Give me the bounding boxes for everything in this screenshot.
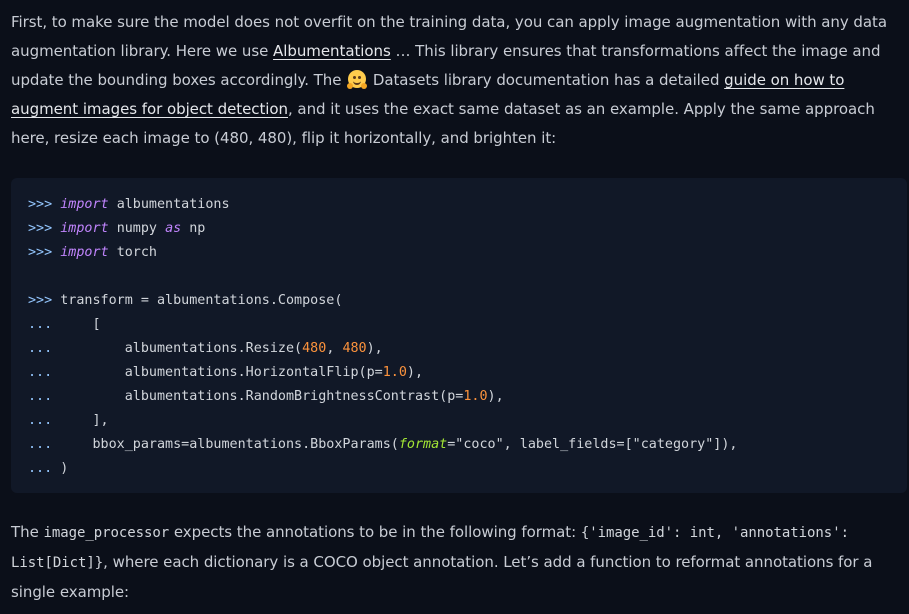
outro-paragraph: The image_processor expects the annotati… [11, 518, 903, 607]
outro-text: , where each dictionary is a COCO object… [11, 553, 873, 601]
code-block[interactable]: >>> import albumentations >>> import num… [11, 178, 907, 493]
hugging-face-icon [347, 70, 368, 89]
outro-text: expects the annotations to be in the fol… [169, 523, 581, 541]
intro-text: Datasets library documentation has a det… [368, 71, 725, 89]
albumentations-link[interactable]: Albumentations [273, 42, 391, 60]
inline-code-image-processor: image_processor [43, 525, 170, 541]
code-content: >>> import albumentations >>> import num… [28, 197, 738, 476]
intro-paragraph: First, to make sure the model does not o… [11, 8, 903, 153]
doc-page: First, to make sure the model does not o… [0, 0, 909, 614]
outro-text: The [11, 523, 44, 541]
